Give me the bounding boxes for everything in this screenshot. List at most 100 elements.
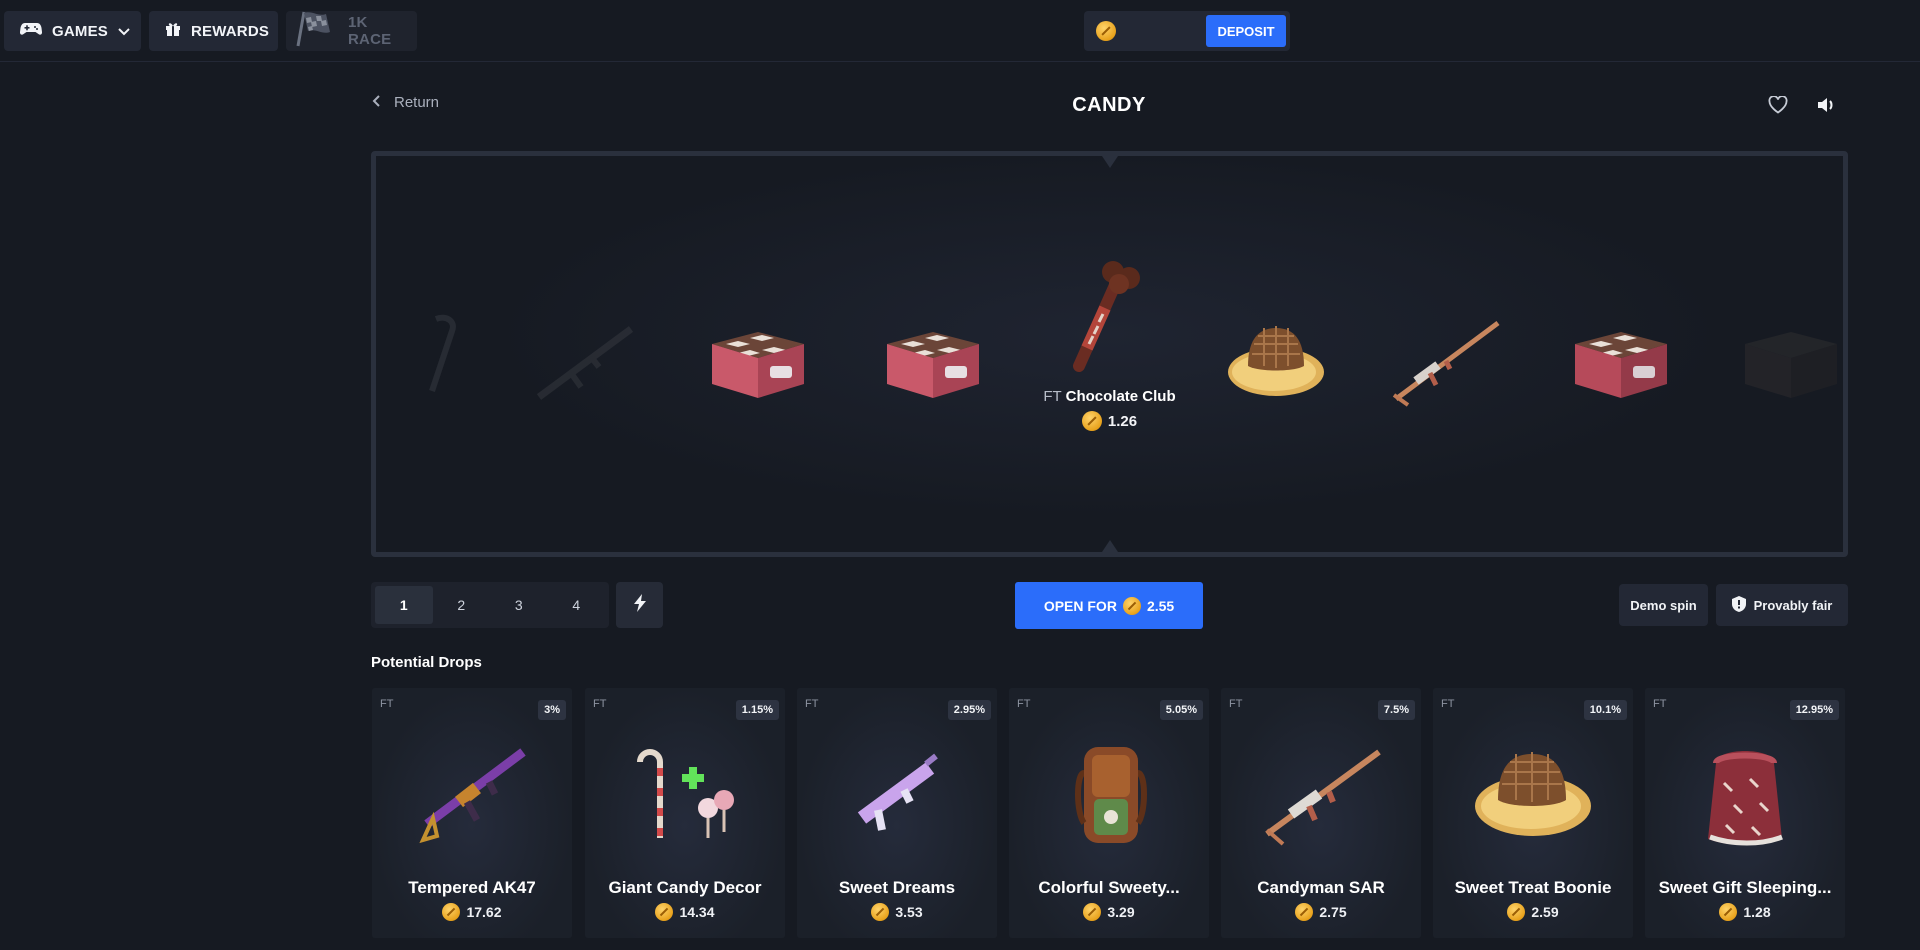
reel-item [698,291,818,431]
drop-price-value: 3.53 [895,904,923,920]
drop-card[interactable]: FT 7.5% Candyman SAR 2.75 [1221,688,1421,938]
coin-icon [655,903,674,921]
chevron-left-icon [372,94,380,111]
reel-item-winner [1044,256,1164,376]
chocolate-club-icon [1059,254,1149,379]
quantity-option-2[interactable]: 2 [433,586,491,624]
rewards-button[interactable]: REWARDS [149,11,278,51]
race-label: 1K RACE [348,14,392,48]
open-label: OPEN FOR [1043,597,1117,614]
drop-price-value: 2.59 [1531,904,1559,920]
drop-price: 2.75 [1221,903,1421,921]
drop-condition: FT [1441,698,1455,710]
drop-price-value: 1.28 [1743,904,1771,920]
drop-card[interactable]: FT 12.95% Sweet Gift Sleeping... 1.28 [1645,688,1845,938]
reel-item [526,291,646,431]
provably-fair-button[interactable]: Provably fair [1716,584,1848,626]
drop-name: Sweet Gift Sleeping... [1658,878,1832,897]
sweet-dreams-smg-icon [797,728,997,858]
drop-odds-badge: 1.15% [735,700,779,720]
drop-card[interactable]: FT 10.1% Sweet Treat Boonie 2.59 [1433,688,1633,938]
drop-condition: FT [593,698,607,710]
tempered-ak47-icon [372,728,572,858]
drop-price: 3.53 [797,903,997,921]
fast-open-button[interactable] [616,582,663,628]
race-button[interactable]: 1K RACE [286,11,417,51]
case-spinner: FT Chocolate Club 1.26 [371,151,1848,557]
coin-icon [442,903,461,921]
drop-name: Tempered AK47 [408,878,536,897]
quantity-option-3[interactable]: 3 [490,586,548,624]
games-menu-button[interactable]: GAMES [4,11,141,51]
speaker-icon [1816,96,1836,119]
spinner-marker-top [1101,156,1118,168]
winner-name: Chocolate Club [1065,388,1176,405]
chevron-down-icon [118,23,130,40]
quantity-selector: 1 2 3 4 [371,582,609,628]
reel-item [873,291,993,431]
drop-card[interactable]: FT 3% Tempered AK47 17.62 [372,688,572,938]
drop-odds-badge: 3% [538,700,566,720]
page-title: CANDY [1072,94,1146,116]
reel-item [1731,291,1843,431]
potential-drops-title: Potential Drops [371,654,482,671]
candy-boonie-hat-icon [1224,314,1328,409]
drop-odds-badge: 2.95% [947,700,991,720]
reel-item [1386,291,1506,431]
drop-price-value: 3.29 [1107,904,1135,920]
coin-icon [871,903,890,921]
drop-card[interactable]: FT 2.95% Sweet Dreams 3.53 [797,688,997,938]
open-case-button[interactable]: OPEN FOR 2.55 [1015,582,1203,629]
sleeping-bag-icon [1645,728,1845,858]
shield-icon [1731,595,1746,615]
drop-price: 3.29 [1009,903,1209,921]
coin-icon [1096,21,1116,41]
coin-icon [1122,596,1141,615]
drop-name: Sweet Dreams [838,878,956,897]
candy-crate-icon [1569,314,1673,409]
winner-price-value: 1.26 [1107,412,1138,430]
drop-card[interactable]: FT 1.15% Giant Candy Decor 14.34 [585,688,785,938]
coin-icon [1295,903,1314,921]
lightning-icon [633,593,646,617]
boonie-hat-icon [1433,728,1633,858]
drop-name: Colorful Sweety... [1038,878,1180,897]
reel-item [1561,291,1681,431]
drop-card[interactable]: FT 5.05% Colorful Sweety... 3.29 [1009,688,1209,938]
coin-icon [1083,903,1102,921]
demo-spin-button[interactable]: Demo spin [1619,584,1708,626]
gamepad-icon [19,22,43,40]
games-label: GAMES [52,22,109,40]
colorful-backpack-icon [1009,728,1209,858]
candy-rifle-icon [1386,309,1506,414]
return-link[interactable]: Return [372,94,439,111]
rewards-label: REWARDS [191,22,270,40]
coin-icon [1719,903,1738,921]
drop-condition: FT [380,698,394,710]
top-bar: GAMES REWARDS 1K RACE DEPOSIT [0,0,1920,62]
drop-price-value: 2.75 [1319,904,1347,920]
sound-toggle-button[interactable] [1814,95,1838,119]
wallet-balance: DEPOSIT [1084,11,1290,51]
winner-condition: FT [1043,388,1062,405]
drop-odds-badge: 12.95% [1789,700,1839,720]
return-label: Return [394,94,440,111]
heart-icon [1768,94,1788,119]
drop-name: Giant Candy Decor [608,878,762,897]
drop-odds-badge: 5.05% [1159,700,1203,720]
drop-name: Candyman SAR [1257,878,1385,897]
coin-icon [1507,903,1526,921]
favorite-button[interactable] [1766,94,1790,119]
drop-price: 14.34 [585,903,785,921]
reel-item [386,291,506,431]
drop-condition: FT [1229,698,1243,710]
spinner-marker-bottom [1101,540,1118,552]
provably-fair-label: Provably fair [1753,597,1833,613]
drop-price: 1.28 [1645,903,1845,921]
deposit-button[interactable]: DEPOSIT [1206,15,1286,47]
giant-candy-decor-icon [585,728,785,858]
candyman-sar-icon [1221,728,1421,858]
coin-icon [1081,411,1102,431]
quantity-option-4[interactable]: 4 [548,586,606,624]
quantity-option-1[interactable]: 1 [375,586,433,624]
